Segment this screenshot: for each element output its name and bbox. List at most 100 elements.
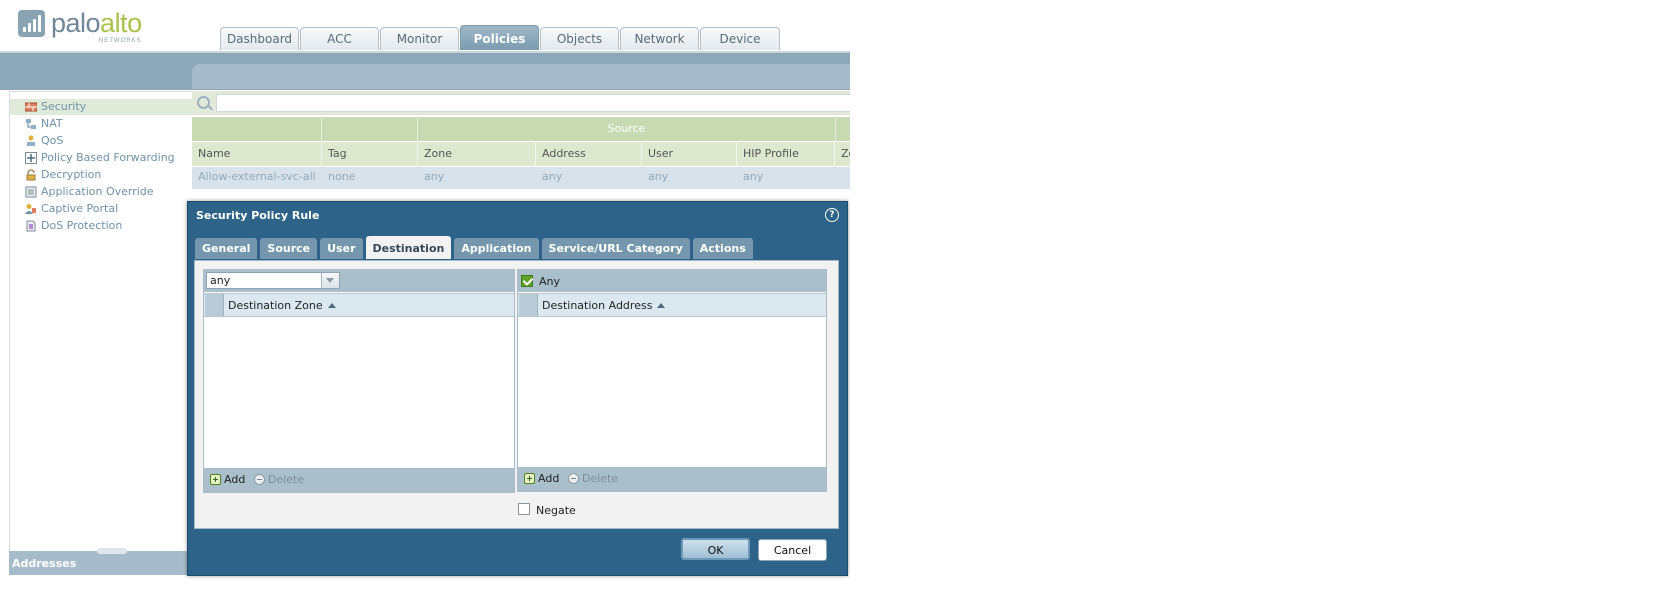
- sidebar-item-nat[interactable]: NAT: [10, 116, 192, 132]
- sidebar-item-qos[interactable]: QoS: [10, 133, 192, 149]
- sidebar-item-label: Application Override: [41, 185, 154, 198]
- destination-address-column-label: Destination Address: [542, 299, 653, 312]
- sidebar-item-decryption[interactable]: Decryption: [10, 167, 192, 183]
- delete-address-button[interactable]: Delete: [568, 472, 618, 486]
- add-icon: [524, 473, 535, 484]
- select-all-checkbox[interactable]: [519, 294, 538, 316]
- dialog-tab-application[interactable]: Application: [454, 238, 539, 259]
- negate-label: Negate: [536, 504, 576, 517]
- paloalto-logo: paloalto NETWORKS: [18, 8, 142, 44]
- policies-sidebar: Security NAT QoS Policy Based Forwarding…: [9, 91, 193, 563]
- sidebar-item-label: Decryption: [41, 168, 102, 181]
- address-any-bar: Any: [518, 270, 826, 292]
- sidebar-item-label: DoS Protection: [41, 219, 123, 232]
- add-icon: [210, 474, 221, 485]
- sidebar-item-policy-based-forwarding[interactable]: Policy Based Forwarding: [10, 150, 192, 166]
- filter-input[interactable]: [216, 94, 850, 112]
- delete-label: Delete: [268, 473, 305, 486]
- sidebar-item-security[interactable]: Security: [10, 99, 192, 115]
- cell-name: Allow-external-svc-all: [198, 170, 316, 183]
- dialog-tabs: General Source User Destination Applicat…: [195, 236, 756, 259]
- cell-user: any: [648, 170, 669, 183]
- table-group-header: Source: [192, 117, 850, 141]
- security-policy-rule-dialog: Security Policy Rule ? General Source Us…: [187, 201, 848, 576]
- forwarding-icon: [25, 152, 37, 164]
- addresses-label: Addresses: [12, 557, 77, 570]
- col-hip-profile[interactable]: HIP Profile: [737, 142, 835, 166]
- dos-icon: [26, 220, 36, 232]
- add-label: Add: [224, 473, 246, 486]
- portal-icon: [25, 204, 36, 214]
- delete-icon: [254, 474, 265, 485]
- lock-icon: [26, 169, 36, 181]
- main-nav-tabs: Dashboard ACC Monitor Policies Objects N…: [220, 25, 781, 50]
- logo-subtext: NETWORKS: [98, 38, 142, 44]
- sort-ascending-icon: [657, 303, 666, 308]
- dialog-tab-actions[interactable]: Actions: [692, 238, 753, 259]
- dialog-body: any Destination Zone Add Delete Any Dest…: [194, 260, 839, 529]
- destination-zone-select[interactable]: any: [206, 272, 340, 289]
- table-row[interactable]: Allow-external-svc-all none any any any …: [192, 167, 850, 189]
- destination-zone-column-label: Destination Zone: [228, 299, 323, 312]
- sidebar-item-dos-protection[interactable]: DoS Protection: [10, 218, 192, 234]
- select-all-checkbox[interactable]: [205, 294, 224, 316]
- dialog-tab-user[interactable]: User: [320, 238, 363, 259]
- tab-device[interactable]: Device: [700, 27, 780, 50]
- any-address-checkbox[interactable]: [521, 275, 533, 287]
- cell-address: any: [542, 170, 563, 183]
- tab-dashboard[interactable]: Dashboard: [220, 27, 299, 50]
- cell-tag: none: [328, 170, 356, 183]
- zone-select-bar: any: [204, 270, 514, 292]
- dialog-tab-source[interactable]: Source: [260, 238, 318, 259]
- col-address[interactable]: Address: [536, 142, 642, 166]
- add-address-button[interactable]: Add: [524, 472, 559, 486]
- cancel-button[interactable]: Cancel: [758, 539, 827, 561]
- logo-text-alto: alto: [100, 8, 142, 38]
- dialog-tab-destination[interactable]: Destination: [365, 236, 452, 259]
- source-group-header: Source: [418, 117, 836, 141]
- tab-objects[interactable]: Objects: [540, 27, 619, 50]
- sidebar-item-application-override[interactable]: Application Override: [10, 184, 192, 200]
- cell-hip-profile: any: [743, 170, 764, 183]
- help-icon[interactable]: ?: [825, 208, 839, 222]
- col-name[interactable]: Name: [192, 142, 322, 166]
- col-zone[interactable]: Zone: [418, 142, 536, 166]
- sidebar-item-label: QoS: [41, 134, 64, 147]
- qos-icon: [27, 135, 35, 146]
- col-user[interactable]: User: [642, 142, 737, 166]
- sidebar-item-captive-portal[interactable]: Captive Portal: [10, 201, 192, 217]
- tab-acc[interactable]: ACC: [300, 27, 379, 50]
- dialog-tab-service-url-category[interactable]: Service/URL Category: [541, 238, 690, 259]
- top-header: paloalto NETWORKS Dashboard ACC Monitor …: [0, 0, 850, 53]
- col-tag[interactable]: Tag: [322, 142, 418, 166]
- negate-checkbox[interactable]: [518, 503, 530, 515]
- destination-address-header[interactable]: Destination Address: [518, 293, 826, 317]
- destination-address-panel: Any Destination Address Add Delete: [517, 269, 827, 492]
- chevron-down-icon[interactable]: [321, 273, 339, 288]
- sidebar-item-label: Security: [41, 100, 87, 113]
- app-window: paloalto NETWORKS Dashboard ACC Monitor …: [0, 0, 850, 613]
- splitter-handle[interactable]: [97, 548, 127, 554]
- override-icon: [25, 186, 37, 198]
- zone-panel-footer: Add Delete: [204, 468, 514, 492]
- sort-ascending-icon: [327, 303, 336, 308]
- dialog-tab-general[interactable]: General: [195, 238, 258, 259]
- tab-monitor[interactable]: Monitor: [380, 27, 459, 50]
- col-destination-zone[interactable]: Zo: [835, 142, 850, 166]
- destination-zone-select-value: any: [210, 274, 231, 287]
- sidebar-item-label: Captive Portal: [41, 202, 119, 215]
- sidebar-item-label: NAT: [41, 117, 63, 130]
- logo-icon: [18, 10, 45, 37]
- destination-zone-header[interactable]: Destination Zone: [204, 293, 514, 317]
- ok-button[interactable]: OK: [681, 538, 750, 560]
- search-icon: [197, 96, 210, 109]
- tab-network[interactable]: Network: [620, 27, 699, 50]
- delete-zone-button[interactable]: Delete: [254, 473, 304, 487]
- destination-zone-panel: any Destination Zone Add Delete: [203, 269, 515, 493]
- add-zone-button[interactable]: Add: [210, 473, 245, 487]
- table-header: Name Tag Zone Address User HIP Profile Z…: [192, 142, 850, 166]
- addresses-panel-header[interactable]: Addresses: [9, 551, 191, 575]
- nat-icon: [26, 119, 36, 129]
- content-header-band: [192, 64, 850, 89]
- tab-policies[interactable]: Policies: [460, 25, 539, 50]
